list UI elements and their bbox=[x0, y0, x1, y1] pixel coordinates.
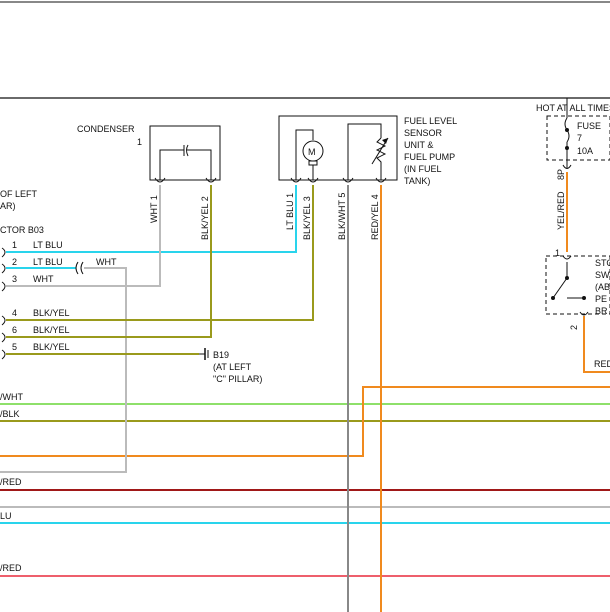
stop-switch-line-4: PE bbox=[595, 294, 607, 304]
fuel-sensor-line-3: UNIT & bbox=[404, 140, 433, 150]
fuse-number: 7 bbox=[577, 133, 582, 143]
pin-2-color: LT BLU bbox=[33, 257, 63, 267]
pin-6-color: BLK/YEL bbox=[33, 325, 70, 335]
condenser-label: CONDENSER bbox=[77, 124, 135, 134]
switch-contact-right bbox=[582, 296, 586, 300]
fuse-label: FUSE bbox=[577, 121, 601, 131]
switch-pin-bottom: 2 bbox=[569, 325, 579, 330]
pin-5-number: 5 bbox=[12, 342, 17, 352]
left-wire-label-4: LU bbox=[0, 511, 12, 521]
left-partial-line-2: AR) bbox=[0, 201, 16, 211]
left-wire-label-1: /WHT bbox=[0, 392, 23, 402]
sensor-pin4-label: RED/YEL 4 bbox=[370, 194, 380, 240]
fuse-pin-label: 8P bbox=[556, 169, 566, 180]
pin-3-number: 3 bbox=[12, 274, 17, 284]
fuse-dot-bottom bbox=[565, 146, 569, 150]
sensor-pin1-label: LT BLU 1 bbox=[285, 193, 295, 230]
splice-wire-label: WHT bbox=[96, 257, 117, 267]
wire-wht-splice bbox=[0, 267, 127, 473]
condenser-pin1-label: WHT 1 bbox=[149, 195, 159, 223]
left-partial-line-1: OF LEFT bbox=[0, 189, 38, 199]
left-wire-label-3: /RED bbox=[0, 477, 22, 487]
stop-switch-line-5: BR bbox=[595, 306, 608, 316]
stop-switch-symbol bbox=[552, 255, 589, 316]
fuel-sensor-line-2: SENSOR bbox=[404, 128, 443, 138]
condenser-number: 1 bbox=[137, 137, 142, 147]
fuse-out-wire-label: YEL/RED bbox=[556, 191, 566, 230]
pin-5-color: BLK/YEL bbox=[33, 342, 70, 352]
stop-switch-line-3: (AB bbox=[595, 282, 610, 292]
condenser-pin2-label: BLK/YEL 2 bbox=[200, 196, 210, 240]
fuel-sensor-box bbox=[278, 115, 398, 181]
connector-cavities bbox=[1, 247, 6, 360]
fuel-level-rheostat bbox=[347, 123, 389, 180]
fuel-sensor-line-5: (IN FUEL bbox=[404, 164, 442, 174]
fuse-dot-top bbox=[565, 128, 569, 132]
fuse-rating: 10A bbox=[577, 146, 593, 156]
ground-id: B19 bbox=[213, 350, 229, 360]
stop-switch-line-2: SW bbox=[595, 270, 610, 280]
wiring-diagram: WHT HOT AT ALL TIMES CONDENSER 1 FUEL LE… bbox=[0, 1, 610, 612]
fuel-sensor-line-4: FUEL PUMP bbox=[404, 152, 455, 162]
capacitor-symbol bbox=[159, 144, 212, 180]
ground-location-line-1: (AT LEFT bbox=[213, 362, 252, 372]
motor-symbol-label: M bbox=[308, 147, 316, 157]
pin-6-number: 6 bbox=[12, 325, 17, 335]
stop-switch-line-1: STO bbox=[595, 258, 610, 268]
fuel-sensor-line-1: FUEL LEVEL bbox=[404, 116, 457, 126]
ground-location-line-2: "C" PILLAR) bbox=[213, 374, 262, 384]
splice-symbol bbox=[75, 261, 84, 275]
pin-1-number: 1 bbox=[12, 240, 17, 250]
pin-2-number: 2 bbox=[12, 257, 17, 267]
switch-pin-top: 1 bbox=[555, 248, 560, 258]
left-wire-label-2: /BLK bbox=[0, 409, 20, 419]
pin-4-number: 4 bbox=[12, 308, 17, 318]
switch-contact-top bbox=[565, 276, 569, 280]
hot-at-all-times-label: HOT AT ALL TIMES bbox=[536, 103, 610, 113]
fuel-sensor-line-6: TANK) bbox=[404, 176, 430, 186]
pin-4-color: BLK/YEL bbox=[33, 308, 70, 318]
sensor-pin3-label: BLK/YEL 3 bbox=[302, 196, 312, 240]
switch-contact-bottom bbox=[551, 296, 555, 300]
connector-label: CTOR B03 bbox=[0, 225, 44, 235]
wire-wht-pin3 bbox=[6, 185, 161, 287]
pin-1-color: LT BLU bbox=[33, 240, 63, 250]
sensor-pin5-label: BLK/WHT 5 bbox=[337, 193, 347, 240]
pin-3-color: WHT bbox=[33, 274, 54, 284]
right-red-wire-label: RED bbox=[594, 359, 610, 369]
ground-b19 bbox=[199, 348, 209, 360]
left-wire-label-5: /RED bbox=[0, 563, 22, 573]
